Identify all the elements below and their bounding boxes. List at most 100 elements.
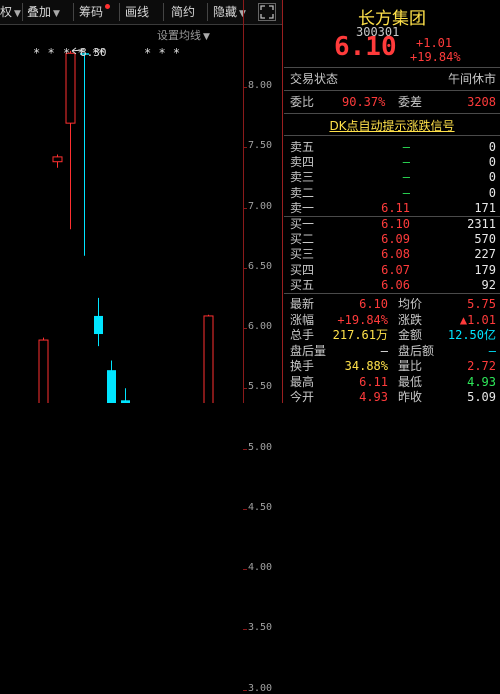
- candle: [94, 297, 103, 347]
- y-tick-mark: [243, 87, 247, 88]
- candle: [107, 360, 116, 403]
- y-tick-label: 5.50: [248, 381, 273, 393]
- candle: [121, 388, 130, 403]
- ask-volume: 0: [488, 170, 496, 185]
- stat-label: 量比: [398, 359, 423, 373]
- stat-label: 今开: [290, 390, 315, 404]
- y-tick-label: 5.00: [248, 441, 273, 453]
- bid-level-label: 买二: [290, 232, 315, 247]
- ask-row[interactable]: 卖二 — 0: [290, 185, 496, 201]
- stat-label: 最低: [398, 374, 423, 389]
- stat-label: 昨收: [398, 390, 423, 404]
- candle: [203, 314, 214, 403]
- y-tick-mark: [243, 569, 247, 570]
- trade-status-row: 交易状态 午间休市: [290, 71, 496, 87]
- stat-label: 金额: [398, 328, 423, 342]
- bid-row[interactable]: 买四 6.07 179: [290, 262, 496, 278]
- y-tick-mark: [243, 328, 247, 329]
- signal-banner-link[interactable]: DK点自动提示涨跌信号: [284, 117, 500, 134]
- y-tick-label: 4.50: [248, 501, 273, 513]
- bid-volume: 570: [474, 232, 496, 247]
- stat-label: 均价: [398, 297, 423, 311]
- ask-row[interactable]: 卖一 6.11 171: [290, 200, 496, 216]
- event-star-marker: * *: [33, 46, 55, 60]
- ask-price: —: [402, 185, 410, 200]
- stat-label: 盘后量: [290, 343, 327, 358]
- divider: [284, 135, 500, 136]
- bid-level-label: 买四: [290, 262, 315, 277]
- stats-row: 盘后量 — 盘后额 —: [290, 343, 496, 359]
- y-tick-label: 3.50: [248, 622, 273, 634]
- candle-body: [94, 315, 103, 335]
- price-axis-line: [243, 0, 244, 403]
- y-tick-mark: [243, 508, 247, 510]
- y-tick-mark: [243, 388, 247, 390]
- stats-row: 换手 34.88% 量比 2.72: [290, 358, 496, 374]
- weibi-value: 90.37%: [342, 95, 386, 109]
- y-tick-label: 6.00: [248, 321, 273, 332]
- ask-volume: 0: [488, 155, 496, 170]
- ask-volume: 0: [488, 140, 496, 154]
- stat-label: 总手: [290, 328, 315, 342]
- candle: [38, 337, 49, 403]
- y-tick-label: 7.50: [248, 140, 273, 152]
- stats-row: 最高 6.11 最低 4.93: [290, 374, 496, 390]
- weibi-row: 委比 90.37% 委差 3208: [290, 94, 496, 110]
- bid-row[interactable]: 买一 6.10 2311: [290, 216, 496, 232]
- divider: [284, 90, 500, 91]
- event-star-marker: * * *: [144, 46, 180, 60]
- ask-level-label: 卖二: [290, 185, 315, 200]
- ask-row[interactable]: 卖五 — 0: [290, 139, 496, 155]
- trade-status-value: 午间休市: [447, 72, 496, 86]
- stat-label: 最高: [290, 374, 315, 389]
- y-tick-mark: [243, 207, 247, 209]
- bid-volume: 179: [474, 262, 496, 277]
- last-price: 6.10: [334, 32, 397, 62]
- candle-body: [52, 156, 63, 163]
- stat-value: 217.61万: [332, 328, 388, 342]
- trade-status-label: 交易状态: [290, 72, 339, 86]
- price-change-pct: +19.84%: [410, 50, 461, 64]
- y-tick-label: 7.00: [248, 200, 273, 212]
- y-tick-mark: [243, 689, 247, 691]
- bid-price: 6.08: [381, 247, 410, 262]
- bid-volume: 2311: [467, 217, 496, 231]
- bid-row[interactable]: 买二 6.09 570: [290, 231, 496, 247]
- bid-row[interactable]: 买三 6.08 227: [290, 246, 496, 262]
- bid-row[interactable]: 买五 6.06 92: [290, 277, 496, 293]
- candle: [80, 53, 89, 256]
- weicha-label: 委差: [398, 95, 423, 109]
- stats-row: 最新 6.10 均价 5.75: [290, 296, 496, 312]
- stat-label: 涨跌: [398, 312, 423, 327]
- stat-value: 12.50亿: [447, 328, 496, 342]
- candle-body: [203, 315, 214, 403]
- ask-price: —: [402, 155, 410, 170]
- stat-label: 涨幅: [290, 312, 315, 327]
- bid-volume: 92: [481, 277, 496, 292]
- stat-value: 34.88%: [344, 359, 388, 373]
- stat-value: +19.84%: [337, 312, 388, 327]
- ask-price: —: [402, 170, 410, 185]
- stat-value: 6.11: [359, 374, 388, 389]
- candle-body: [38, 339, 49, 403]
- weibi-label: 委比: [290, 95, 315, 109]
- stat-value: 6.10: [359, 297, 388, 311]
- ask-level-label: 卖三: [290, 170, 315, 185]
- divider: [284, 293, 500, 294]
- y-tick-label: 3.00: [248, 682, 273, 694]
- ask-row[interactable]: 卖四 — 0: [290, 154, 496, 170]
- candle-body: [65, 52, 76, 124]
- stat-value: ▲1.01: [459, 312, 496, 327]
- stat-value: 5.75: [467, 297, 496, 311]
- stat-label: 换手: [290, 359, 315, 373]
- y-tick-label: 8.00: [248, 80, 273, 91]
- y-tick-label: 6.50: [248, 260, 273, 272]
- ask-level-label: 卖五: [290, 140, 315, 154]
- ask-row[interactable]: 卖三 — 0: [290, 169, 496, 185]
- y-tick-mark: [243, 448, 247, 450]
- bid-price: 6.07: [381, 262, 410, 277]
- stat-label: 盘后额: [398, 343, 435, 358]
- ask-level-label: 卖四: [290, 155, 315, 170]
- ask-volume: 0: [488, 185, 496, 200]
- stat-value: 2.72: [467, 359, 496, 373]
